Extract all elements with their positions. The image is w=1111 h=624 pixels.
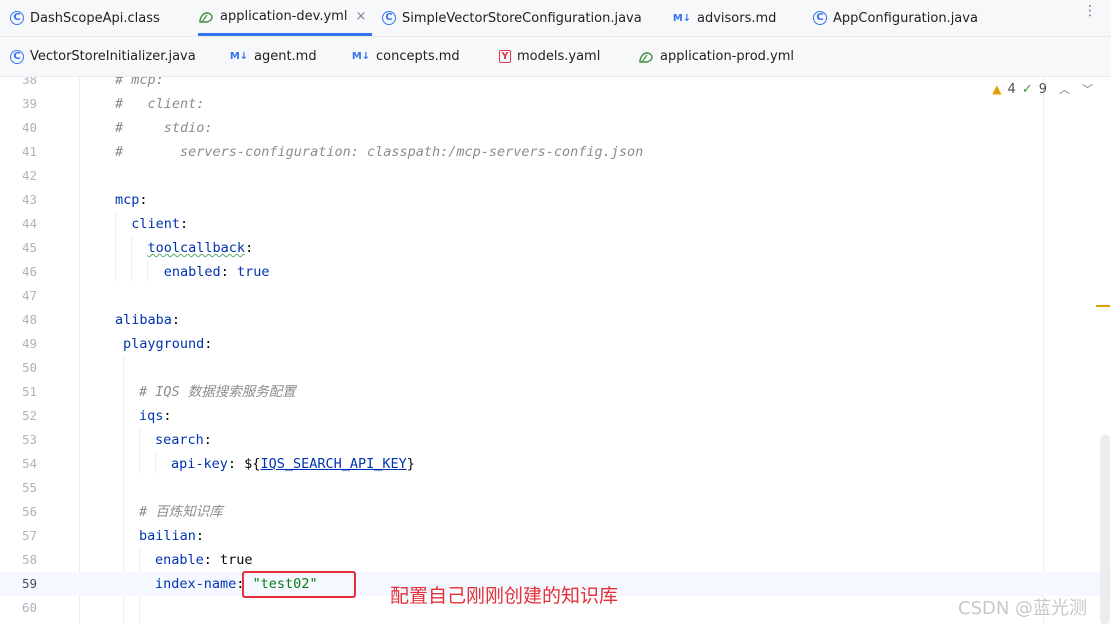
tab-application-dev[interactable]: application-dev.yml × <box>198 0 373 36</box>
class-icon: C <box>10 49 24 64</box>
code-line: 41 # servers-configuration: classpath:/mc… <box>21 144 644 160</box>
tab-label: agent.md <box>254 49 317 64</box>
code-line: 49 playground: <box>21 336 213 352</box>
markdown-icon: M↓ <box>672 12 692 24</box>
tab-label: AppConfiguration.java <box>833 10 978 26</box>
warning-marker[interactable] <box>1096 305 1110 307</box>
tab-appconfiguration[interactable]: C AppConfiguration.java <box>813 0 978 36</box>
code-line: 45 toolcallback: <box>21 240 254 256</box>
markdown-icon: M↓ <box>351 51 371 62</box>
code-line: 54 api-key: ${IQS_SEARCH_API_KEY} <box>21 456 415 472</box>
tab-models[interactable]: Y models.yaml <box>499 37 600 76</box>
code-editor[interactable]: 38 # mcp: 39 # client: 40 # stdio: 41 # serv… <box>0 77 1111 624</box>
code-line: 56 # 百炼知识库 <box>21 504 223 520</box>
more-vertical-icon[interactable]: ⋮ <box>1083 4 1097 18</box>
code-line: 53 search: <box>21 432 212 448</box>
tab-label: models.yaml <box>517 49 601 64</box>
code-line: 52 iqs: <box>21 408 172 424</box>
code-line: 55 <box>21 480 37 495</box>
tab-label: application-prod.yml <box>660 49 795 64</box>
tab-simplevectorstoreconfiguration[interactable]: C SimpleVectorStoreConfiguration.java <box>382 0 642 36</box>
code-line: 57 bailian: <box>21 528 205 544</box>
warning-icon: ▲ <box>992 82 1002 96</box>
chevron-up-icon[interactable]: ︿ <box>1059 81 1070 97</box>
tab-label: DashScopeApi.class <box>30 10 160 26</box>
tab-label: application-dev.yml <box>220 9 348 24</box>
markdown-icon: M↓ <box>229 51 249 62</box>
class-icon: C <box>10 11 24 25</box>
tab-label: VectorStoreInitializer.java <box>30 49 196 64</box>
tab-dashscopeapi[interactable]: C DashScopeApi.class <box>10 0 160 36</box>
class-icon: C <box>813 11 827 25</box>
yaml-file-icon <box>198 10 214 24</box>
close-icon[interactable]: × <box>355 9 366 24</box>
editor-tabbar-row2: C VectorStoreInitializer.java M↓ agent.m… <box>0 37 1111 77</box>
editor-tabbar-row1: C DashScopeApi.class application-dev.yml… <box>0 0 1111 37</box>
class-icon: C <box>382 11 396 25</box>
warning-count: 4 <box>1007 81 1016 97</box>
code-line: 42 <box>21 168 37 183</box>
annotation-text: 配置自己刚刚创建的知识库 <box>390 585 619 607</box>
code-line: 40 # stdio: <box>21 120 213 136</box>
code-lines: 38 # mcp: 39 # client: 40 # stdio: 41 # serv… <box>0 77 1111 620</box>
tab-vectorstoreinitializer[interactable]: C VectorStoreInitializer.java <box>10 37 196 76</box>
tab-label: advisors.md <box>697 10 777 26</box>
watermark: CSDN @蓝光测 <box>958 598 1088 619</box>
yaml-red-icon: Y <box>499 50 511 63</box>
code-line: 58 enable: true <box>21 552 253 568</box>
tab-advisors[interactable]: M↓ advisors.md <box>672 0 777 36</box>
inspection-widget[interactable]: ▲ 4 ✓ 9 ︿ ﹀ <box>992 81 1093 97</box>
tab-label: concepts.md <box>376 49 460 64</box>
code-line: 39 # client: <box>21 96 205 112</box>
tab-agent[interactable]: M↓ agent.md <box>230 37 317 76</box>
code-line: 47 <box>21 288 37 303</box>
check-icon: ✓ <box>1021 81 1033 97</box>
code-line: 51 # IQS 数据搜索服务配置 <box>21 384 296 400</box>
vertical-scrollbar[interactable] <box>1100 435 1110 624</box>
code-line: 43 mcp: <box>21 192 148 208</box>
tab-application-prod[interactable]: application-prod.yml <box>638 37 794 76</box>
yaml-file-icon <box>638 50 654 64</box>
code-line: 38 # mcp: <box>21 77 164 88</box>
tab-label: SimpleVectorStoreConfiguration.java <box>402 10 642 26</box>
highlight-box <box>242 571 356 598</box>
chevron-down-icon[interactable]: ﹀ <box>1082 81 1093 97</box>
code-line: 44 client: <box>21 216 189 232</box>
code-line: 48 alibaba: <box>21 312 181 328</box>
code-line: 50 <box>21 360 37 375</box>
ok-count: 9 <box>1038 81 1047 97</box>
code-line: 46 enabled: true <box>21 264 270 280</box>
tab-concepts[interactable]: M↓ concepts.md <box>352 37 460 76</box>
